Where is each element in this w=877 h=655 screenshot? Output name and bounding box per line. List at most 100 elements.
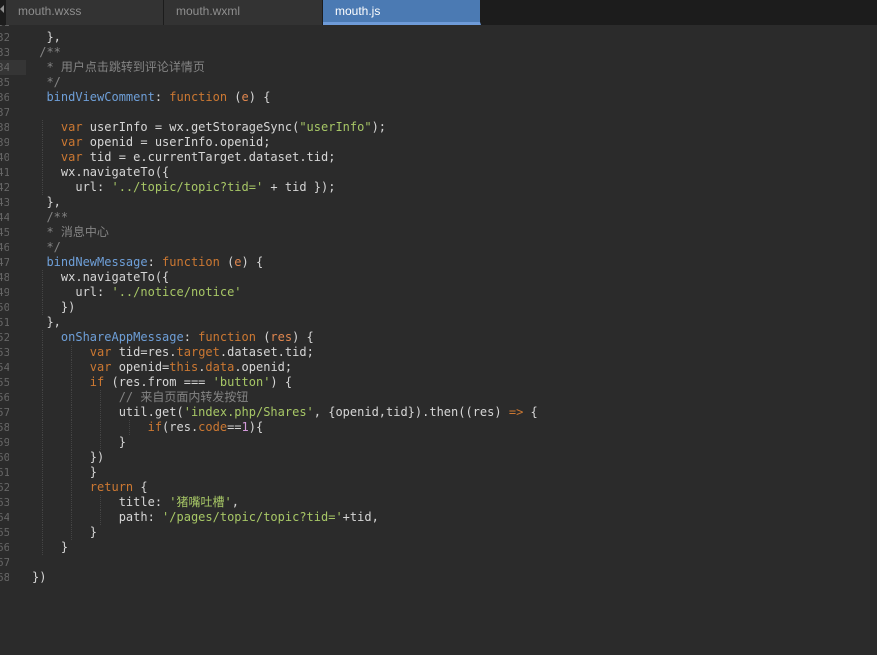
code-line[interactable]: 55 if (res.from === 'button') { (0, 375, 877, 390)
line-number: 54 (0, 361, 9, 374)
code-line[interactable]: 42 url: '../topic/topic?tid=' + tid }); (0, 180, 877, 195)
code-line[interactable]: 65 } (0, 525, 877, 540)
indent-guide (42, 285, 44, 300)
code-text: }, (32, 30, 60, 45)
code-token-str: '../topic/topic?tid=' (111, 180, 264, 194)
indent-guide (42, 270, 44, 285)
tab-mouth-wxss[interactable]: mouth.wxss (6, 0, 164, 25)
code-text: /** (32, 210, 68, 225)
line-number: 68 (0, 571, 9, 584)
code-line[interactable]: 35 */ (0, 75, 877, 90)
code-line[interactable]: 56 // 来自页面内转发按钮 (0, 390, 877, 405)
indent-guide (71, 450, 73, 465)
code-line[interactable]: 44 /** (0, 210, 877, 225)
code-line[interactable]: 32 }, (0, 30, 877, 45)
indent-guide (42, 450, 44, 465)
code-line[interactable]: 61 } (0, 465, 877, 480)
indent-guide (42, 405, 44, 420)
code-line[interactable]: 45 * 消息中心 (0, 225, 877, 240)
line-number: 56 (0, 391, 9, 404)
code-line[interactable]: 67 (0, 555, 877, 570)
code-line[interactable]: 50 }) (0, 300, 877, 315)
indent-guide (42, 360, 44, 375)
line-number: 43 (0, 196, 9, 209)
code-line[interactable]: 46 */ (0, 240, 877, 255)
code-token-kw: return (32, 480, 134, 494)
code-line[interactable]: 64 path: '/pages/topic/topic?tid='+tid, (0, 510, 877, 525)
code-token-kw: var (32, 120, 83, 134)
code-token-kw: code (198, 420, 228, 434)
code-line[interactable]: 43 }, (0, 195, 877, 210)
indent-guide (42, 120, 44, 135)
code-line[interactable]: 36 bindViewComment: function (e) { (0, 90, 877, 105)
code-token-kw: function (198, 330, 256, 344)
code-line[interactable]: 51 }, (0, 315, 877, 330)
code-editor[interactable]: 3132 },33 /**34 * 用户点击跳转到评论详情页35 */36 bi… (0, 25, 877, 655)
code-text: */ (32, 240, 60, 255)
line-number: 60 (0, 451, 9, 464)
code-token-plain: : (154, 90, 170, 104)
tab-label: mouth.wxss (18, 4, 82, 18)
code-line[interactable]: 63 title: '猪嘴吐槽', (0, 495, 877, 510)
code-line[interactable]: 58 if(res.code==1){ (0, 420, 877, 435)
indent-guide (71, 345, 73, 360)
indent-guide (100, 510, 101, 525)
code-line[interactable]: 37 (0, 105, 877, 120)
code-line[interactable]: 54 var openid=this.data.openid; (0, 360, 877, 375)
indent-guide (100, 405, 101, 420)
indent-guide (42, 435, 44, 450)
code-token-cmt: * 用户点击跳转到评论详情页 (32, 60, 205, 74)
code-token-str: '猪嘴吐槽' (169, 495, 232, 509)
code-line[interactable]: 53 var tid=res.target.dataset.tid; (0, 345, 877, 360)
code-token-plain: ) { (248, 90, 271, 104)
code-line[interactable]: 52 onShareAppMessage: function (res) { (0, 330, 877, 345)
code-token-plain: ( (227, 90, 242, 104)
code-token-plain: tid=res. (111, 345, 177, 359)
code-line[interactable]: 34 * 用户点击跳转到评论详情页 (0, 60, 877, 75)
code-line[interactable]: 60 }) (0, 450, 877, 465)
code-text: }) (32, 570, 46, 585)
code-text: }, (32, 315, 60, 330)
code-line[interactable]: 49 url: '../notice/notice' (0, 285, 877, 300)
code-line[interactable]: 39 var openid = userInfo.openid; (0, 135, 877, 150)
indent-guide (42, 330, 44, 345)
code-line[interactable]: 33 /** (0, 45, 877, 60)
code-line[interactable]: 57 util.get('index.php/Shares', {openid,… (0, 405, 877, 420)
code-line[interactable]: 40 var tid = e.currentTarget.dataset.tid… (0, 150, 877, 165)
code-token-cmt: // 来自页面内转发按钮 (32, 390, 249, 404)
tab-label: mouth.js (335, 4, 381, 18)
line-number: 52 (0, 331, 9, 344)
code-line[interactable]: 68}) (0, 570, 877, 585)
code-line[interactable]: 38 var userInfo = wx.getStorageSync("use… (0, 120, 877, 135)
code-line[interactable]: 62 return { (0, 480, 877, 495)
code-token-plain: userInfo = wx.getStorageSync( (82, 120, 300, 134)
code-text: return { (32, 480, 148, 495)
line-number: 48 (0, 271, 9, 284)
line-number: 55 (0, 376, 9, 389)
indent-guide (42, 510, 44, 525)
code-token-plain: path: (32, 510, 163, 524)
tab-mouth-js[interactable]: mouth.js (323, 0, 481, 25)
code-text: * 用户点击跳转到评论详情页 (32, 60, 205, 75)
code-text: util.get('index.php/Shares', {openid,tid… (32, 405, 538, 420)
code-token-plain: openid= (111, 360, 170, 374)
indent-guide (71, 420, 73, 435)
code-line[interactable]: 41 wx.navigateTo({ (0, 165, 877, 180)
code-line[interactable]: 48 wx.navigateTo({ (0, 270, 877, 285)
code-token-plain: url: (32, 285, 112, 299)
code-text: var tid = e.currentTarget.dataset.tid; (32, 150, 336, 165)
code-token-this: this (169, 360, 199, 374)
tab-scroll-left-icon[interactable] (0, 5, 4, 13)
indent-guide (42, 180, 44, 195)
code-line[interactable]: 47 bindNewMessage: function (e) { (0, 255, 877, 270)
indent-guide (100, 390, 101, 405)
code-line[interactable]: 59 } (0, 435, 877, 450)
code-text: } (32, 540, 68, 555)
tab-mouth-wxml[interactable]: mouth.wxml (164, 0, 323, 25)
code-line[interactable]: 66 } (0, 540, 877, 555)
indent-guide (42, 165, 44, 180)
code-token-plain: == (227, 420, 242, 434)
code-token-param: res (270, 330, 293, 344)
code-token-plain: openid = userInfo.openid; (82, 135, 271, 149)
line-number: 45 (0, 226, 9, 239)
